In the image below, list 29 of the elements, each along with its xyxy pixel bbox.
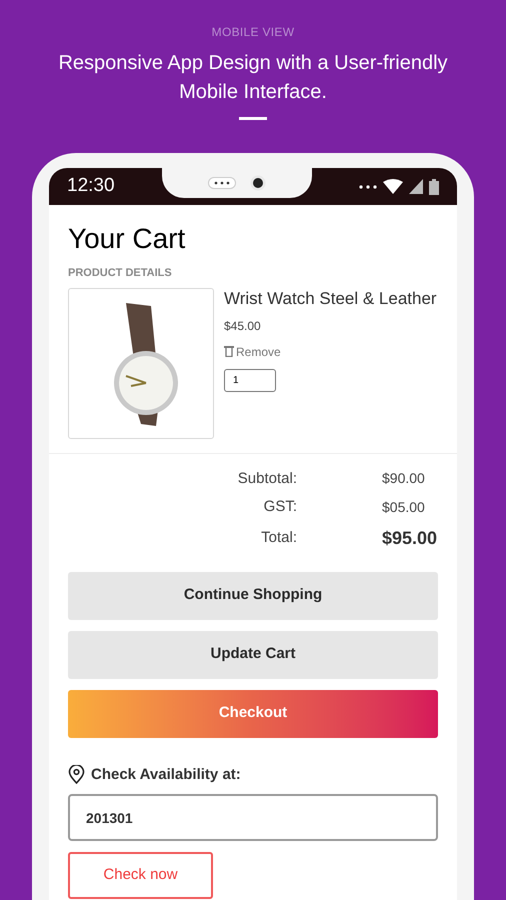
total-value: $95.00 <box>381 526 438 550</box>
page-title: Your Cart <box>68 222 186 256</box>
action-button[interactable]: Update Cart <box>68 630 438 678</box>
check-now-button[interactable]: Check now <box>68 852 213 899</box>
total-label: GST: <box>262 497 297 517</box>
quantity-input[interactable]: 1 <box>224 368 276 392</box>
camera-icon <box>250 174 266 190</box>
location-pin-icon <box>68 765 85 784</box>
availability-label: Check Availability at: <box>91 764 241 784</box>
total-label: Subtotal: <box>236 468 297 488</box>
speaker-icon <box>208 176 236 188</box>
product-name: Wrist Watch Steel & Leather <box>224 288 437 310</box>
section-eyebrow: MOBILE VIEW <box>212 24 294 41</box>
clock: 12:30 <box>67 174 115 198</box>
battery-icon <box>428 178 439 194</box>
signal-icon <box>408 179 423 194</box>
trash-icon <box>224 346 234 357</box>
total-value: $05.00 <box>381 498 426 517</box>
total-value: $90.00 <box>381 469 426 488</box>
action-button[interactable]: Continue Shopping <box>68 572 438 620</box>
title-underline <box>239 117 267 120</box>
section-label: PRODUCT DETAILS <box>68 266 173 281</box>
remove-link[interactable]: Remove <box>224 342 281 360</box>
section-title: Responsive App Design with a User-friendly Mobile Interface. <box>57 51 449 105</box>
wifi-icon <box>382 179 403 194</box>
pincode-input[interactable]: 201301 <box>68 794 438 841</box>
product-price: $45.00 <box>224 318 261 334</box>
total-label: Total: <box>260 528 297 548</box>
more-icon <box>358 184 377 188</box>
